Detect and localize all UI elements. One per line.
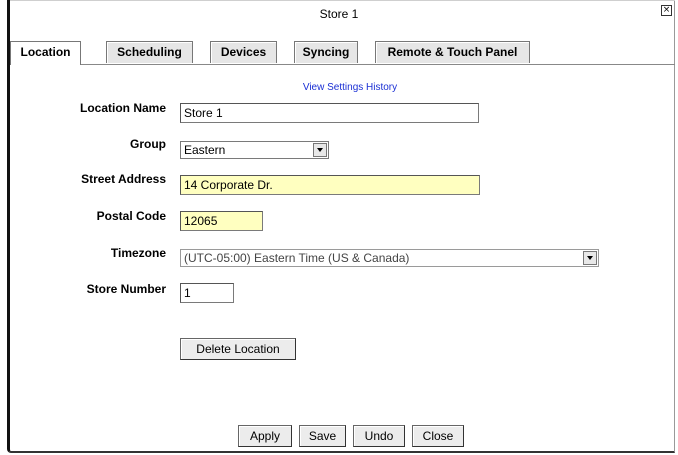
postal-code-label: Postal Code — [96, 209, 166, 223]
apply-button[interactable]: Apply — [238, 425, 292, 447]
street-address-input[interactable]: 14 Corporate Dr. — [180, 175, 480, 195]
timezone-select[interactable]: (UTC-05:00) Eastern Time (US & Canada) — [180, 249, 599, 267]
store-number-input[interactable]: 1 — [180, 283, 234, 303]
dialog-title: Store 1 — [319, 7, 359, 21]
location-name-label: Location Name — [79, 101, 166, 115]
close-icon[interactable]: × — [661, 5, 672, 16]
dialog-top-edge — [10, 0, 675, 7]
group-select-value: Eastern — [184, 143, 226, 157]
chevron-down-icon[interactable] — [583, 251, 597, 265]
dialog-frame — [7, 0, 675, 453]
group-select[interactable]: Eastern — [180, 141, 329, 159]
tab-devices[interactable]: Devices — [210, 41, 277, 63]
close-button[interactable]: Close — [412, 425, 464, 447]
timezone-label: Timezone — [110, 246, 166, 260]
view-settings-history-link[interactable]: View Settings History — [0, 82, 678, 93]
chevron-down-icon[interactable] — [313, 143, 327, 157]
save-button[interactable]: Save — [299, 425, 346, 447]
street-address-label: Street Address — [81, 172, 166, 186]
postal-code-input[interactable]: 12065 — [180, 211, 263, 231]
tab-bar: Location Scheduling Devices Syncing Remo… — [10, 41, 678, 65]
tab-syncing[interactable]: Syncing — [294, 41, 358, 63]
location-name-input[interactable]: Store 1 — [180, 103, 479, 123]
tab-scheduling[interactable]: Scheduling — [106, 41, 193, 63]
timezone-select-value: (UTC-05:00) Eastern Time (US & Canada) — [184, 251, 410, 265]
tab-location[interactable]: Location — [10, 41, 81, 65]
store-number-label: Store Number — [86, 282, 166, 296]
group-label: Group — [130, 137, 166, 151]
delete-location-button[interactable]: Delete Location — [180, 338, 296, 360]
undo-button[interactable]: Undo — [353, 425, 405, 447]
tab-remote-touch-panel[interactable]: Remote & Touch Panel — [375, 41, 530, 63]
